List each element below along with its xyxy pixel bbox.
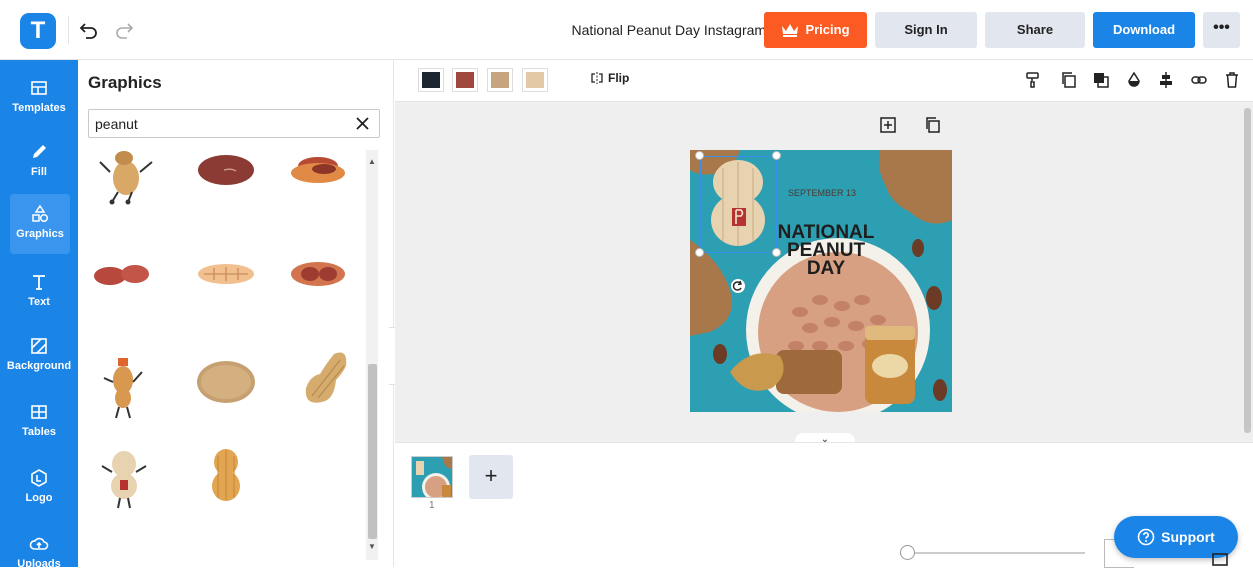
canvas-area[interactable]: SEPTEMBER 13 NATIONAL PEANUT DAY <box>395 102 1253 442</box>
graphics-grid <box>88 148 366 567</box>
swatch-color <box>526 72 544 88</box>
sidebar-item-background[interactable]: Background <box>0 326 78 386</box>
graphic-peanut-shell-open[interactable] <box>186 246 276 336</box>
pencil-icon <box>33 145 46 158</box>
rotate-icon[interactable] <box>730 278 746 294</box>
zoom-slider-knob[interactable] <box>900 545 915 560</box>
graphics-panel: Graphics peanut ▲ ▼ <box>78 60 394 567</box>
crown-icon <box>782 24 799 37</box>
artboard-title-line: DAY <box>806 258 846 279</box>
support-label: Support <box>1161 529 1215 545</box>
graphic-peanut-character-hat[interactable] <box>88 344 178 434</box>
table-icon <box>31 405 47 419</box>
close-icon[interactable] <box>354 115 371 132</box>
sidebar-item-label: Background <box>6 360 72 372</box>
swatch-color <box>491 72 509 88</box>
flip-label: Flip <box>608 71 630 85</box>
layer-order-icon[interactable] <box>1092 71 1110 89</box>
sidebar-item-tables[interactable]: Tables <box>0 392 78 452</box>
sidebar-item-label: Templates <box>12 102 66 114</box>
sidebar-item-text[interactable]: Text <box>0 262 78 322</box>
color-swatch[interactable] <box>522 68 548 92</box>
divider <box>68 16 69 44</box>
swatch-color <box>422 72 440 88</box>
artboard-title-text[interactable]: NATIONAL PEANUT DAY <box>770 223 882 279</box>
resize-handle[interactable] <box>695 248 704 257</box>
graphic-peanut-character-shirt[interactable] <box>88 442 178 532</box>
sidebar-item-templates[interactable]: Templates <box>0 68 78 128</box>
opacity-drop-icon[interactable] <box>1125 71 1143 89</box>
page-number: 1 <box>429 500 435 511</box>
color-swatch[interactable] <box>452 68 478 92</box>
duplicate-page-icon[interactable] <box>924 116 942 134</box>
help-circle-icon <box>1137 528 1155 546</box>
left-sidebar: Templates Fill Graphics Text Background … <box>0 60 78 570</box>
link-icon[interactable] <box>1190 71 1208 89</box>
app-logo[interactable]: T <box>20 13 56 49</box>
canvas-scrollbar[interactable] <box>1244 108 1251 433</box>
document-title[interactable]: National Peanut Day Instagram Post <box>460 0 798 60</box>
text-icon <box>33 275 45 290</box>
graphic-peanut-oval-beige[interactable] <box>186 344 276 434</box>
zoom-slider-track[interactable] <box>910 552 1085 554</box>
page-thumbnail[interactable] <box>411 456 453 498</box>
element-toolbar: Flip <box>395 60 1253 102</box>
scroll-up-arrow-icon[interactable]: ▲ <box>368 157 376 166</box>
scrollbar-thumb[interactable] <box>368 364 377 539</box>
pricing-label: Pricing <box>805 22 850 37</box>
sidebar-item-logo[interactable]: Logo <box>0 458 78 518</box>
sidebar-item-graphics[interactable]: Graphics <box>10 194 70 254</box>
sidebar-item-uploads[interactable]: Uploads <box>0 524 78 584</box>
background-icon <box>31 338 47 354</box>
add-element-icon[interactable] <box>879 116 897 134</box>
sidebar-item-label: Text <box>28 296 50 308</box>
upload-cloud-icon <box>29 537 49 550</box>
sidebar-item-label: Fill <box>31 166 47 178</box>
add-page-button[interactable]: + <box>469 455 513 499</box>
undo-icon[interactable] <box>78 18 100 42</box>
pricing-button[interactable]: Pricing <box>764 12 867 48</box>
scroll-down-arrow-icon[interactable]: ▼ <box>368 542 376 551</box>
align-icon[interactable] <box>1157 71 1175 89</box>
graphic-peanut-character-sitting[interactable] <box>88 148 178 238</box>
design-artboard[interactable]: SEPTEMBER 13 NATIONAL PEANUT DAY <box>690 150 952 412</box>
color-swatch[interactable] <box>418 68 444 92</box>
swatch-color <box>456 72 474 88</box>
flip-icon <box>591 72 603 84</box>
sidebar-item-fill[interactable]: Fill <box>0 132 78 192</box>
top-bar: T National Peanut Day Instagram Post Pri… <box>0 0 1253 60</box>
sidebar-item-label: Uploads <box>17 558 61 570</box>
graphic-peanut-standing-shell[interactable] <box>186 442 276 532</box>
trash-icon[interactable] <box>1223 71 1241 89</box>
fullscreen-icon[interactable] <box>1211 550 1229 566</box>
color-swatch[interactable] <box>487 68 513 92</box>
page-thumbnail-image <box>412 457 452 497</box>
resize-handle[interactable] <box>772 151 781 160</box>
templates-icon <box>31 81 47 95</box>
paint-format-icon[interactable] <box>1024 71 1042 89</box>
sidebar-item-label: Graphics <box>16 228 64 240</box>
download-button[interactable]: Download <box>1093 12 1195 48</box>
graphic-peanut-split-halves[interactable] <box>284 148 366 238</box>
panel-title: Graphics <box>88 73 162 92</box>
graphic-peanut-shell-kernels[interactable] <box>284 246 366 336</box>
redo-icon[interactable] <box>113 18 135 42</box>
resize-handle[interactable] <box>695 151 704 160</box>
duplicate-icon[interactable] <box>1060 71 1078 89</box>
shapes-icon <box>32 204 49 223</box>
selection-box[interactable] <box>700 156 777 253</box>
search-box[interactable] <box>88 109 380 138</box>
graphic-peanut-whole-shell[interactable] <box>284 344 366 434</box>
sign-in-button[interactable]: Sign In <box>875 12 977 48</box>
artboard-date-text[interactable]: SEPTEMBER 13 <box>788 188 856 198</box>
sidebar-item-label: Tables <box>21 426 57 438</box>
more-options-button[interactable]: ••• <box>1203 12 1240 48</box>
graphic-peanut-two-kernels[interactable] <box>88 246 178 336</box>
flip-button[interactable]: Flip <box>590 71 629 85</box>
share-button[interactable]: Share <box>985 12 1085 48</box>
sidebar-item-label: Logo <box>25 492 53 504</box>
logo-icon <box>31 469 47 487</box>
search-input[interactable] <box>95 114 345 134</box>
graphic-peanut-kernel-red[interactable] <box>186 148 276 238</box>
